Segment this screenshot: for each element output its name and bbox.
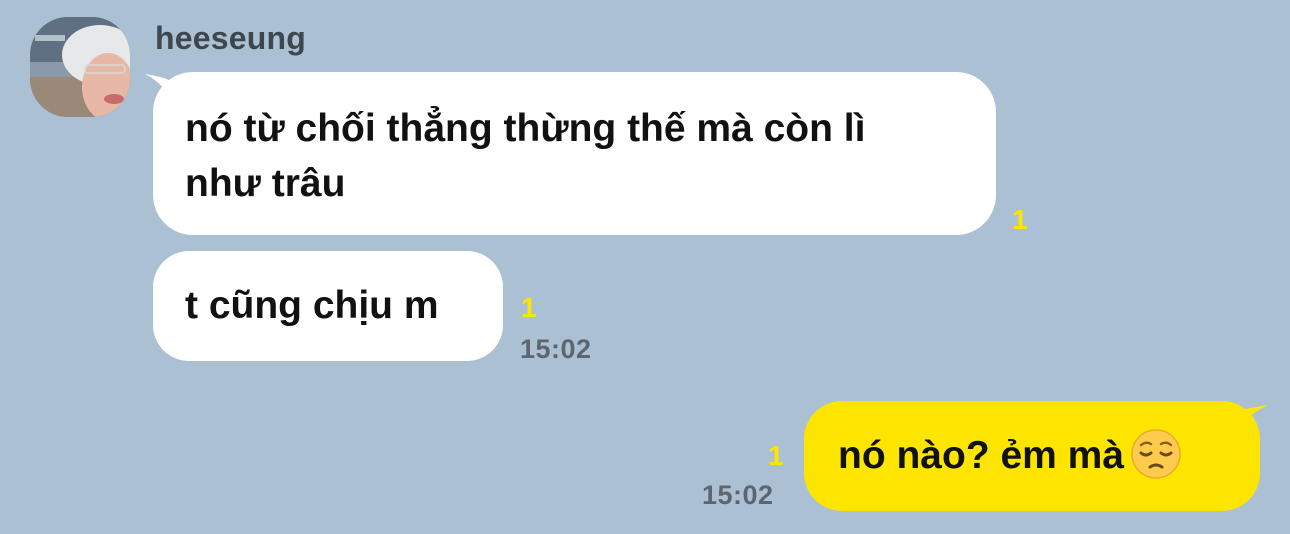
avatar-photo bbox=[30, 17, 130, 117]
pensive-face-icon bbox=[1131, 428, 1181, 479]
outgoing-message-bubble[interactable]: nó nào? ẻm mà bbox=[804, 401, 1260, 511]
unread-count: 1 bbox=[768, 440, 784, 471]
sender-name[interactable]: heeseung bbox=[155, 20, 306, 57]
message-text-line: nó từ chối thẳng thừng thế mà còn lì bbox=[185, 107, 866, 150]
incoming-message-bubble[interactable]: t cũng chịu m bbox=[153, 251, 503, 361]
message-text: t cũng chịu m bbox=[185, 284, 439, 327]
message-timestamp: 15:02 bbox=[702, 480, 774, 510]
unread-count: 1 bbox=[521, 292, 537, 323]
message-text: nó nào? ẻm mà bbox=[838, 434, 1125, 477]
message-timestamp: 15:02 bbox=[520, 334, 592, 364]
message-text-line: như trâu bbox=[185, 162, 346, 205]
incoming-message-bubble[interactable]: nó từ chối thẳng thừng thế mà còn lì như… bbox=[153, 72, 996, 235]
sender-avatar[interactable] bbox=[30, 17, 130, 117]
unread-count: 1 bbox=[1012, 204, 1028, 235]
